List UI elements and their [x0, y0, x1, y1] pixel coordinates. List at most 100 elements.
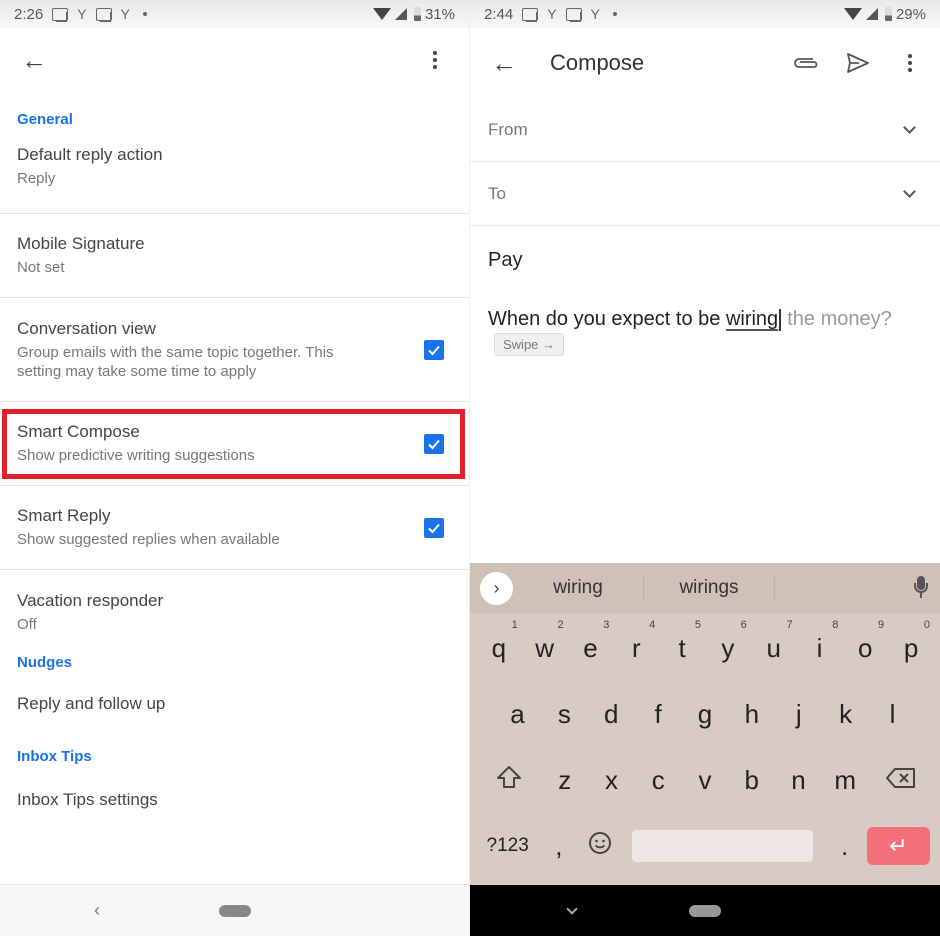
setting-title: Default reply action — [17, 145, 163, 164]
key-p[interactable]: p0 — [888, 619, 934, 664]
setting-title: Smart Compose — [17, 422, 140, 441]
arrow-back-icon: ← — [491, 48, 517, 78]
back-button[interactable]: ← — [18, 44, 50, 76]
section-header-general: General — [17, 111, 73, 128]
key-y[interactable]: y6 — [705, 619, 751, 664]
system-nav-bar: ‹ — [0, 884, 469, 936]
enter-key[interactable]: ↵ — [866, 827, 930, 865]
setting-title: Smart Reply — [17, 506, 111, 525]
setting-conversation-view[interactable]: Conversation view Group emails with the … — [0, 298, 469, 402]
emoji-key[interactable] — [578, 831, 622, 862]
key-i[interactable]: i8 — [797, 619, 843, 664]
keyboard-row-4: ?123 , . ↵ — [470, 813, 940, 879]
nav-back-icon[interactable]: ‹ — [94, 900, 100, 921]
suggestion-word[interactable]: wirings — [644, 577, 774, 599]
attach-button[interactable] — [790, 47, 822, 79]
suggestion-strip: › wiring wirings — [470, 563, 940, 613]
key-n[interactable]: n — [775, 765, 822, 796]
chevron-right-icon: › — [493, 577, 500, 598]
key-a[interactable]: a — [494, 699, 541, 730]
smart-compose-suggestion: the money? — [781, 308, 892, 330]
key-t[interactable]: t5 — [659, 619, 705, 664]
key-c[interactable]: c — [635, 765, 682, 796]
key-w[interactable]: w2 — [522, 619, 568, 664]
key-k[interactable]: k — [822, 699, 869, 730]
more-notifications-icon — [612, 12, 617, 16]
key-u[interactable]: u7 — [751, 619, 797, 664]
backspace-key[interactable] — [869, 765, 934, 796]
key-hint-number: 7 — [786, 618, 793, 631]
keyboard-menu-button[interactable]: › — [480, 571, 513, 605]
body-field[interactable]: When do you expect to be wiring the mone… — [470, 294, 940, 356]
key-l[interactable]: l — [869, 699, 916, 730]
battery-icon — [884, 7, 892, 21]
setting-inbox-tips[interactable]: Inbox Tips settings — [0, 776, 469, 824]
status-bar: 2:44 Y Y 29% — [470, 0, 940, 28]
from-field[interactable]: From — [470, 98, 940, 162]
key-m[interactable]: m — [822, 765, 869, 796]
yahoo-notification-icon: Y — [120, 6, 130, 22]
key-s[interactable]: s — [541, 699, 588, 730]
setting-vacation-responder[interactable]: Vacation responder Off — [0, 570, 469, 654]
key-x[interactable]: x — [588, 765, 635, 796]
key-label: e — [583, 632, 598, 663]
conversation-view-checkbox[interactable] — [424, 339, 444, 360]
key-z[interactable]: z — [541, 765, 588, 796]
symbols-key[interactable]: ?123 — [476, 835, 539, 857]
wifi-icon — [372, 8, 391, 20]
backspace-icon — [886, 767, 916, 788]
smart-compose-checkbox[interactable] — [424, 433, 444, 454]
key-o[interactable]: o9 — [842, 619, 888, 664]
setting-description: Group emails with the same topic togethe… — [17, 343, 334, 380]
setting-title: Reply and follow up — [17, 694, 166, 713]
key-hint-number: 0 — [923, 618, 930, 631]
space-bar[interactable] — [632, 830, 813, 862]
compose-title: Compose — [550, 50, 645, 75]
nav-home-pill[interactable] — [219, 904, 251, 917]
microphone-icon[interactable] — [914, 576, 928, 600]
checkmark-icon — [428, 523, 440, 533]
setting-smart-reply[interactable]: Smart Reply Show suggested replies when … — [0, 486, 469, 570]
setting-mobile-signature[interactable]: Mobile Signature Not set — [0, 214, 469, 298]
more-options-button[interactable] — [894, 47, 926, 79]
compose-app-bar: ← Compose — [470, 28, 940, 98]
more-options-button[interactable] — [419, 44, 451, 76]
key-g[interactable]: g — [682, 699, 729, 730]
shift-key[interactable] — [476, 765, 541, 796]
back-button[interactable]: ← — [488, 47, 520, 79]
key-j[interactable]: j — [775, 699, 822, 730]
to-field[interactable]: To — [470, 162, 940, 226]
key-h[interactable]: h — [728, 699, 775, 730]
key-label: u — [766, 632, 781, 663]
setting-smart-compose[interactable]: Smart Compose Show predictive writing su… — [0, 402, 469, 486]
key-e[interactable]: e3 — [568, 619, 614, 664]
key-d[interactable]: d — [588, 699, 635, 730]
nav-home-pill[interactable] — [689, 904, 721, 917]
key-r[interactable]: r4 — [613, 619, 659, 664]
setting-default-reply-action[interactable]: Default reply action Reply — [0, 130, 469, 214]
smart-reply-checkbox[interactable] — [424, 517, 444, 538]
subject-field[interactable]: Pay — [470, 226, 940, 294]
key-label: o — [858, 632, 873, 663]
comma-key[interactable]: , — [539, 831, 578, 862]
key-b[interactable]: b — [728, 765, 775, 796]
chevron-down-icon[interactable] — [903, 121, 916, 134]
more-vert-icon — [908, 54, 912, 72]
send-button[interactable] — [842, 47, 874, 79]
swipe-to-accept-chip[interactable]: Swipe → — [494, 333, 565, 356]
keyboard-row-2: asdfghjkl — [470, 681, 940, 747]
from-label: From — [488, 119, 528, 139]
key-hint-number: 1 — [511, 618, 518, 631]
status-time: 2:44 — [484, 5, 514, 23]
chevron-down-icon[interactable] — [903, 185, 916, 198]
key-v[interactable]: v — [682, 765, 729, 796]
message-notification-icon — [52, 7, 69, 22]
settings-screen: 2:26 Y Y 31% ← General Default reply act… — [0, 0, 470, 936]
key-q[interactable]: q1 — [476, 619, 522, 664]
hide-keyboard-icon[interactable] — [566, 902, 578, 915]
suggestion-word[interactable]: wiring — [513, 577, 643, 599]
setting-value: Not set — [17, 259, 65, 276]
setting-reply-follow-up[interactable]: Reply and follow up — [0, 684, 469, 740]
key-f[interactable]: f — [635, 699, 682, 730]
period-key[interactable]: . — [823, 831, 867, 862]
